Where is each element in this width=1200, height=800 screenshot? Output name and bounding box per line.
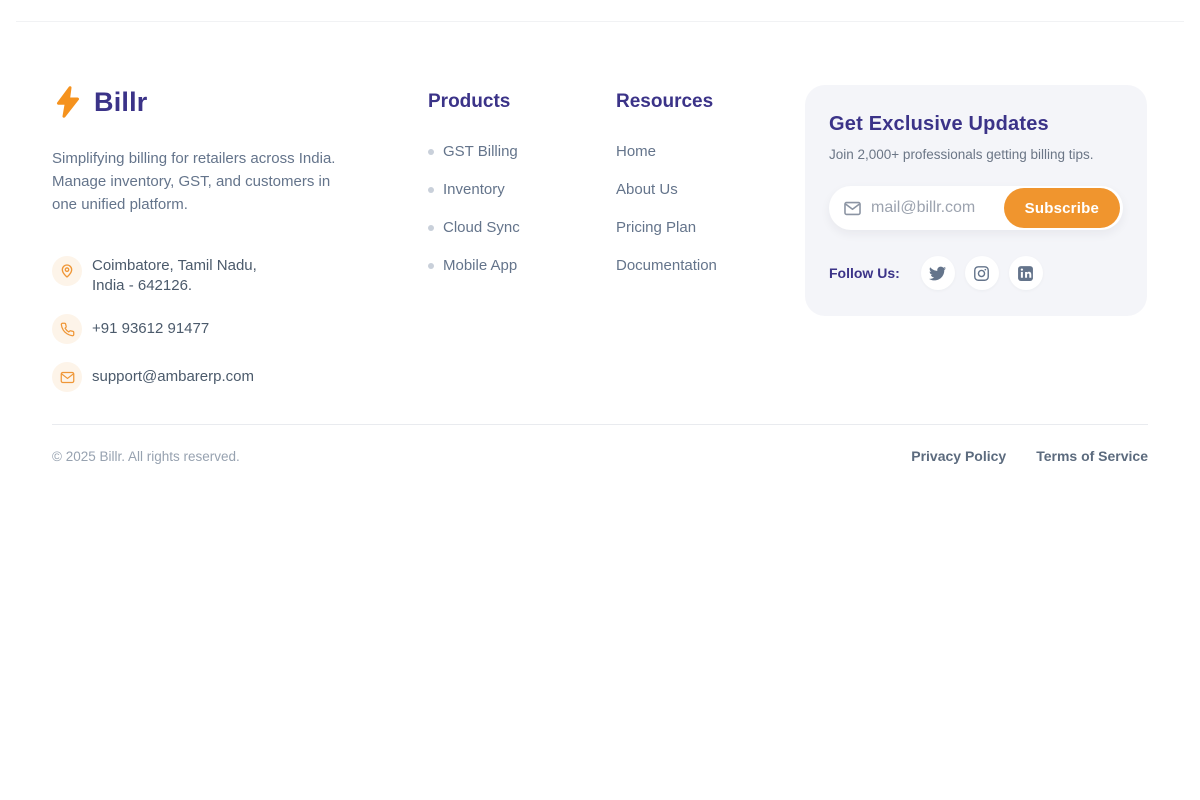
link-about-us[interactable]: About Us	[616, 181, 805, 198]
mail-icon	[52, 362, 82, 392]
contact-phone[interactable]: +91 93612 91477	[52, 314, 364, 344]
resources-links: Home About Us Pricing Plan Documentation	[616, 143, 805, 274]
resources-title: Resources	[616, 91, 805, 113]
link-documentation[interactable]: Documentation	[616, 257, 805, 274]
instagram-icon[interactable]	[965, 256, 999, 290]
bullet-dot	[428, 263, 434, 269]
newsletter-title: Get Exclusive Updates	[829, 113, 1123, 136]
link-cloud-sync[interactable]: Cloud Sync	[428, 219, 616, 236]
brand-name: Billr	[94, 87, 148, 118]
email-input[interactable]	[871, 199, 1021, 217]
email-text: support@ambarerp.com	[92, 362, 254, 392]
link-inventory[interactable]: Inventory	[428, 181, 616, 198]
linkedin-icon[interactable]	[1009, 256, 1043, 290]
follow-row: Follow Us:	[829, 256, 1123, 290]
lightning-bolt-icon	[52, 85, 84, 119]
address-text: Coimbatore, Tamil Nadu, India - 642126.	[92, 256, 257, 296]
newsletter-card: Get Exclusive Updates Join 2,000+ profes…	[805, 85, 1147, 316]
brand-logo[interactable]: Billr	[52, 85, 364, 119]
bullet-dot	[428, 225, 434, 231]
brand-column: Billr Simplifying billing for retailers …	[52, 85, 364, 410]
footer: Billr Simplifying billing for retailers …	[52, 85, 1148, 410]
products-links: GST Billing Inventory Cloud Sync Mobile …	[428, 143, 616, 274]
location-pin-icon	[52, 256, 82, 286]
bullet-dot	[428, 149, 434, 155]
address-line-2: India - 642126.	[92, 276, 257, 296]
contact-list: Coimbatore, Tamil Nadu, India - 642126. …	[52, 256, 364, 392]
brand-description-line: Simplifying billing for retailers across…	[52, 147, 364, 170]
products-title: Products	[428, 91, 616, 113]
link-home[interactable]: Home	[616, 143, 805, 160]
bottom-divider	[52, 424, 1148, 425]
footer-bottom-bar: © 2025 Billr. All rights reserved. Priva…	[52, 448, 1148, 464]
link-pricing-plan[interactable]: Pricing Plan	[616, 219, 805, 236]
products-column: Products GST Billing Inventory Cloud Syn…	[428, 85, 616, 295]
subscribe-form: Subscribe	[829, 186, 1123, 230]
contact-email[interactable]: support@ambarerp.com	[52, 362, 364, 392]
link-mobile-app[interactable]: Mobile App	[428, 257, 616, 274]
newsletter-subtitle: Join 2,000+ professionals getting billin…	[829, 147, 1123, 162]
brand-description: Simplifying billing for retailers across…	[52, 147, 364, 216]
link-gst-billing[interactable]: GST Billing	[428, 143, 616, 160]
twitter-icon[interactable]	[921, 256, 955, 290]
social-buttons	[921, 256, 1043, 290]
bullet-dot	[428, 187, 434, 193]
mail-input-icon	[843, 199, 862, 218]
terms-of-service-link[interactable]: Terms of Service	[1036, 448, 1148, 464]
top-divider	[16, 21, 1184, 22]
contact-address: Coimbatore, Tamil Nadu, India - 642126.	[52, 256, 364, 296]
brand-description-line: one unified platform.	[52, 193, 364, 216]
copyright-text: © 2025 Billr. All rights reserved.	[52, 449, 240, 464]
brand-description-line: Manage inventory, GST, and customers in	[52, 170, 364, 193]
address-line-1: Coimbatore, Tamil Nadu,	[92, 256, 257, 276]
phone-text: +91 93612 91477	[92, 314, 209, 344]
resources-column: Resources Home About Us Pricing Plan Doc…	[616, 85, 805, 295]
privacy-policy-link[interactable]: Privacy Policy	[911, 448, 1006, 464]
legal-links: Privacy Policy Terms of Service	[911, 448, 1148, 464]
follow-label: Follow Us:	[829, 265, 900, 281]
subscribe-button[interactable]: Subscribe	[1004, 188, 1120, 228]
phone-icon	[52, 314, 82, 344]
